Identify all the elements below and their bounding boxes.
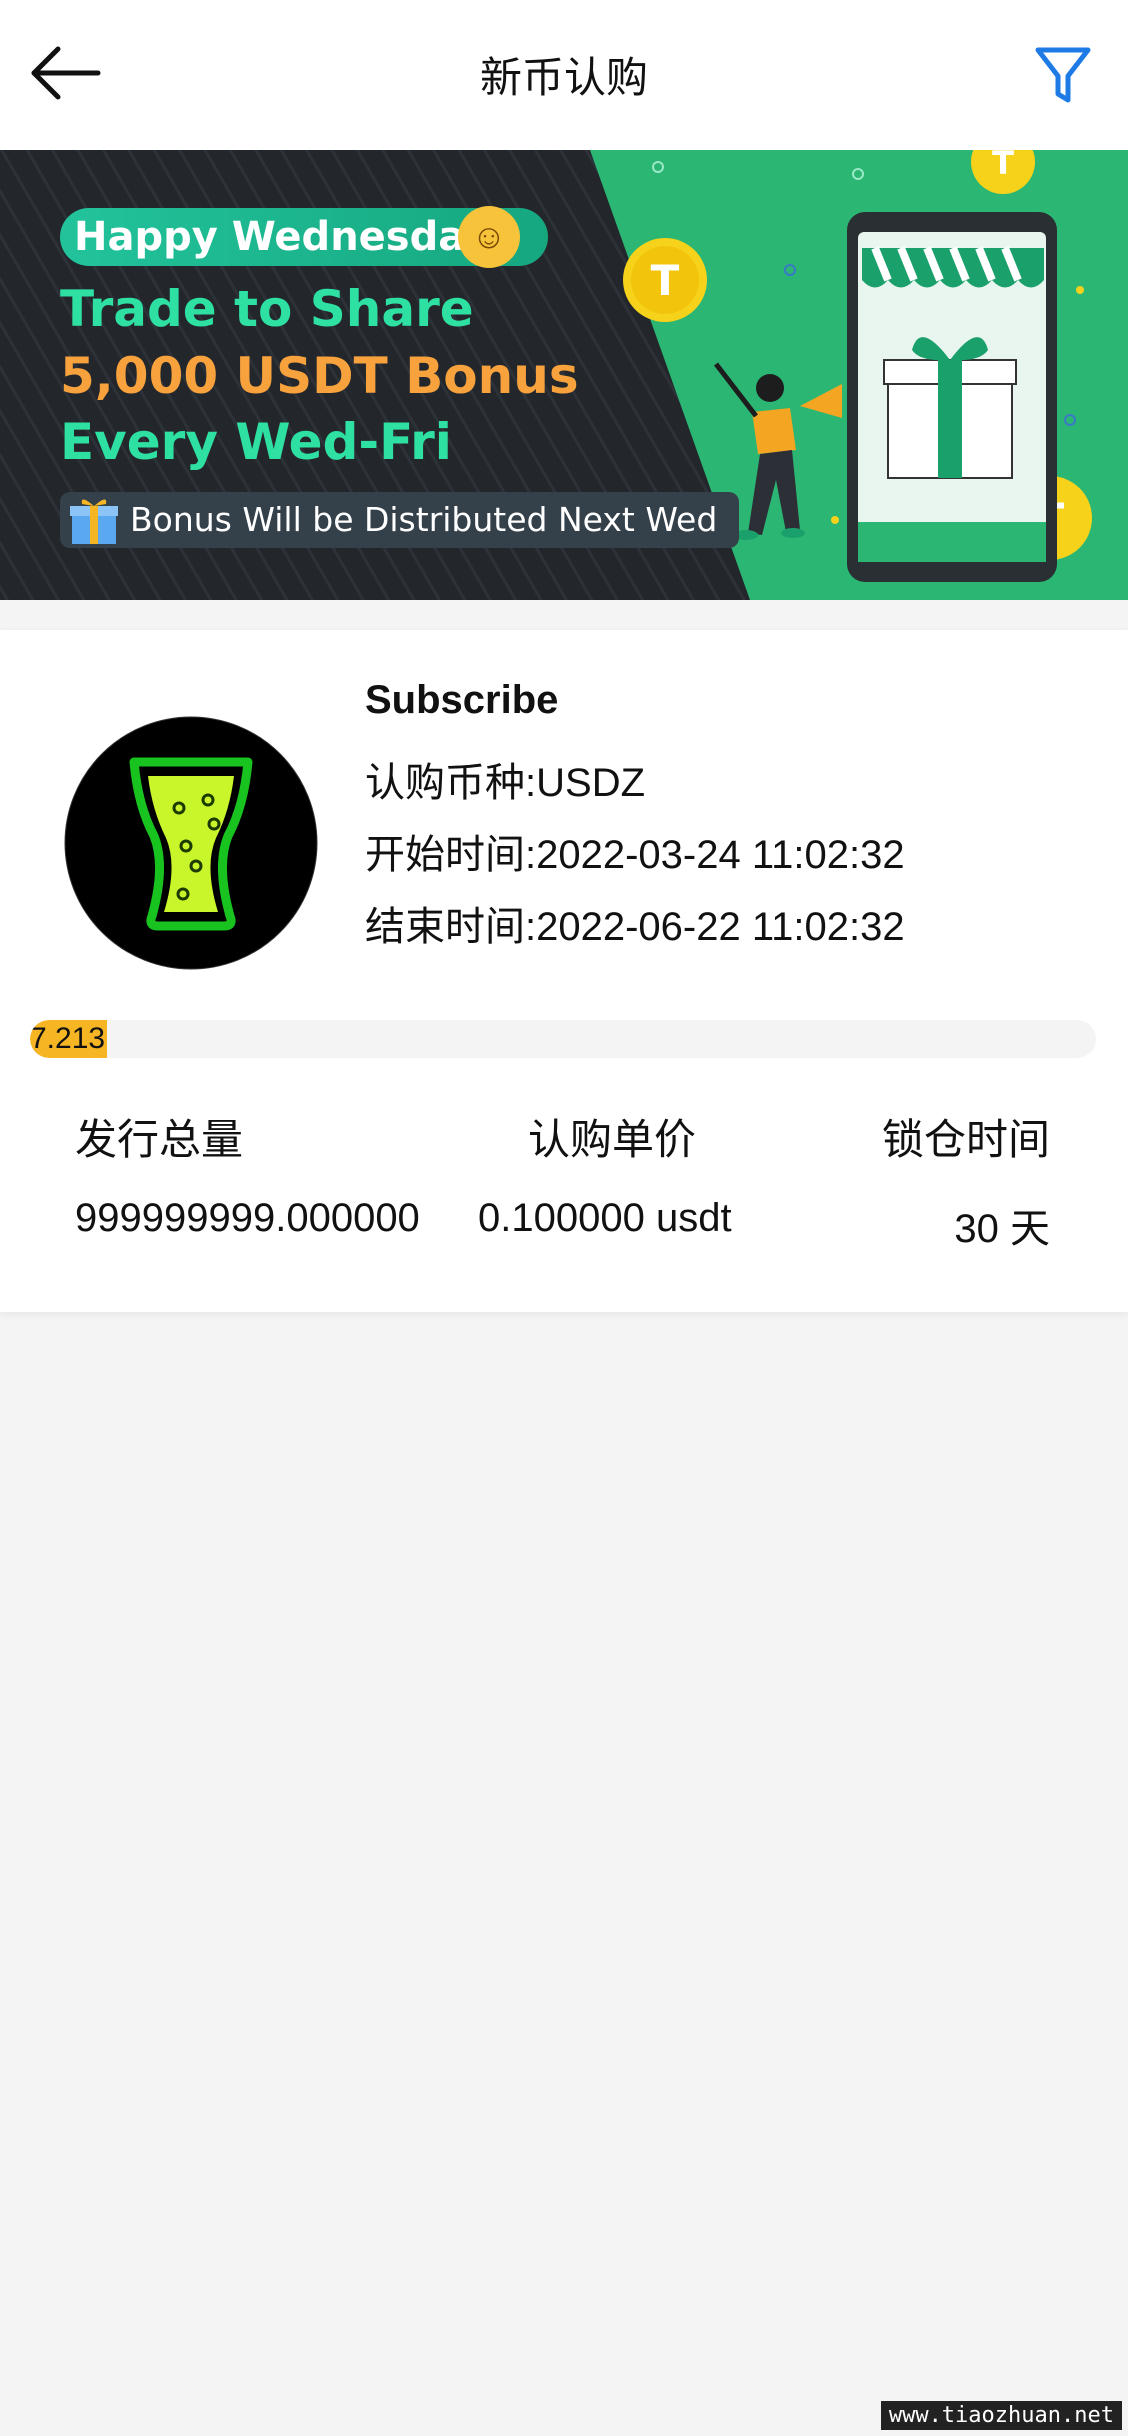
beer-glass-token-icon: [64, 716, 318, 970]
app-header: 新币认购: [0, 0, 1128, 150]
lock-period-value: 30 天: [954, 1207, 1050, 1251]
currency-label: 认购币种:: [365, 761, 537, 805]
banner-headline-1: Trade to Share: [60, 280, 474, 338]
phone-illustration: [847, 212, 1057, 582]
total-supply-label: 发行总量: [75, 1116, 244, 1163]
subscription-card[interactable]: Subscribe 认购币种:USDZ 开始时间:2022-03-24 11:0…: [0, 630, 1128, 1312]
banner-headline-3: Every Wed-Fri: [60, 413, 452, 471]
start-time-label: 开始时间:: [365, 833, 537, 877]
end-time-value: 2022-06-22 11:02:32: [536, 905, 905, 949]
currency-row: 认购币种:USDZ: [365, 750, 645, 808]
currency-value: USDZ: [536, 761, 646, 805]
svg-text:T: T: [992, 150, 1014, 182]
promo-banner[interactable]: T T T: [0, 150, 1128, 600]
banner-headline-2: 5,000 USDT Bonus: [60, 347, 579, 405]
start-time-value: 2022-03-24 11:02:32: [536, 833, 905, 877]
lock-period-label: 锁仓时间: [881, 1116, 1050, 1163]
party-emoji-icon: ☺: [458, 206, 520, 268]
subscribe-title: Subscribe: [365, 678, 559, 722]
site-watermark: www.tiaozhuan.net: [880, 2401, 1122, 2430]
filter-button[interactable]: [1028, 40, 1098, 110]
page-title: 新币认购: [479, 54, 648, 101]
progress-value: 7.213: [30, 1022, 106, 1055]
svg-text:T: T: [651, 256, 680, 305]
end-time-label: 结束时间:: [365, 905, 537, 949]
bonus-distribution-note: Bonus Will be Distributed Next Wed: [60, 492, 740, 548]
gift-icon: [70, 499, 118, 544]
subscription-progress-bar: 7.213: [30, 1020, 1096, 1058]
tether-coin-icon: T: [623, 238, 707, 322]
end-time-row: 结束时间:2022-06-22 11:02:32: [365, 894, 905, 952]
start-time-row: 开始时间:2022-03-24 11:02:32: [365, 822, 905, 880]
unit-price-value: 0.100000 usdt: [478, 1196, 732, 1240]
filter-icon: [1035, 47, 1091, 103]
unit-price-label: 认购单价: [528, 1116, 697, 1163]
bonus-note-text: Bonus Will be Distributed Next Wed: [130, 500, 718, 539]
total-supply-value: 999999999.000000: [75, 1196, 420, 1240]
